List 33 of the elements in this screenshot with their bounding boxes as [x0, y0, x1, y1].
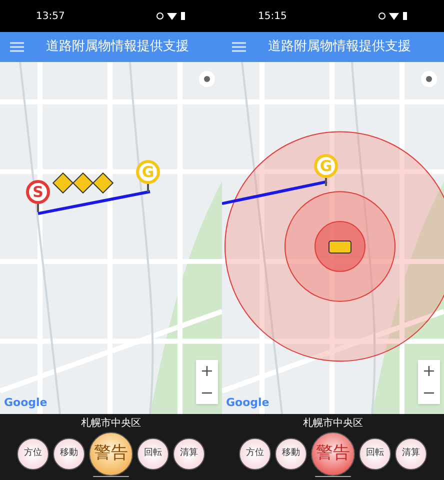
- zoom-out-button[interactable]: −: [196, 382, 218, 404]
- control-button[interactable]: 警告: [89, 432, 133, 476]
- app-title: 道路附属物情報提供支援: [268, 38, 411, 56]
- map-view[interactable]: S G + − Google: [0, 62, 222, 414]
- control-button[interactable]: 回転: [137, 438, 169, 470]
- map-credit: Google: [226, 394, 270, 410]
- app-title: 道路附属物情報提供支援: [46, 38, 189, 56]
- control-button[interactable]: 移動: [53, 438, 85, 470]
- district-label: 札幌市中央区: [303, 416, 363, 431]
- map-pin: G: [136, 160, 160, 192]
- status-time: 13:57: [36, 10, 65, 24]
- control-button[interactable]: 移動: [275, 438, 307, 470]
- zoom-in-button[interactable]: +: [196, 360, 218, 382]
- map-pin: S: [26, 180, 50, 212]
- location-icon[interactable]: [420, 70, 438, 88]
- status-icons: [156, 11, 186, 21]
- map-view[interactable]: G + − Google: [222, 62, 444, 414]
- control-button[interactable]: 清算: [173, 438, 205, 470]
- map-pin: G: [314, 154, 338, 186]
- control-button[interactable]: 清算: [395, 438, 427, 470]
- menu-icon[interactable]: [10, 42, 24, 52]
- status-time: 15:15: [258, 10, 287, 24]
- zoom-out-button[interactable]: −: [418, 382, 440, 404]
- control-button[interactable]: 回転: [359, 438, 391, 470]
- map-credit: Google: [4, 394, 48, 410]
- status-icons: [378, 11, 408, 21]
- location-icon[interactable]: [198, 70, 216, 88]
- zoom-in-button[interactable]: +: [418, 360, 440, 382]
- district-label: 札幌市中央区: [81, 416, 141, 431]
- menu-icon[interactable]: [232, 42, 246, 52]
- control-button[interactable]: 方位: [17, 438, 49, 470]
- control-button[interactable]: 方位: [239, 438, 271, 470]
- vehicle-icon: [328, 239, 352, 255]
